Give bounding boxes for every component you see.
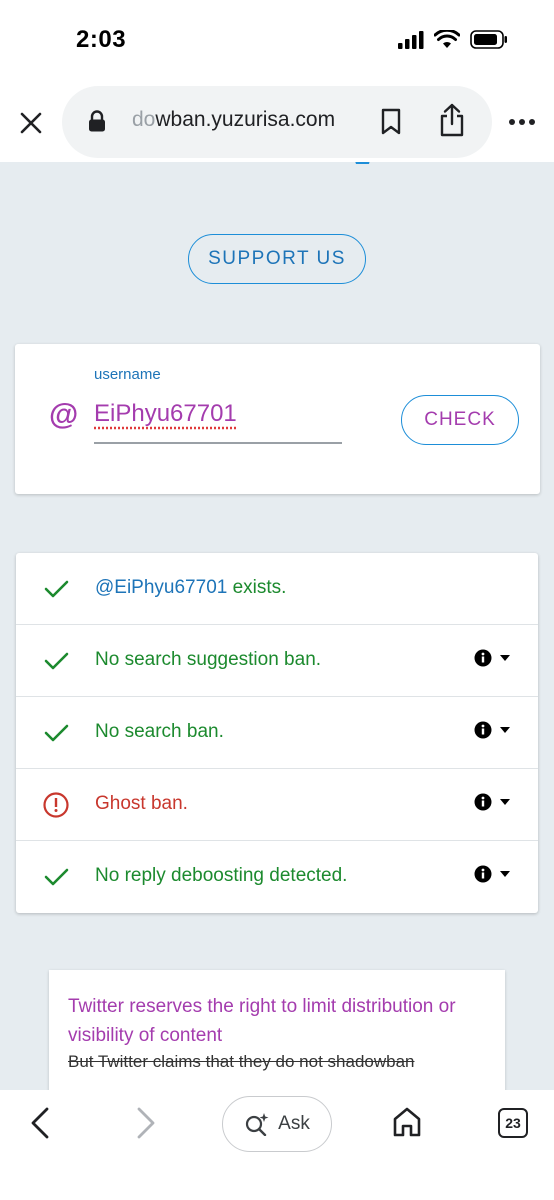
username-input[interactable]: EiPhyu67701 xyxy=(94,400,237,428)
result-message: No search suggestion ban. xyxy=(95,649,322,670)
info-icon[interactable] xyxy=(474,793,492,811)
result-row-search-suggestion: No search suggestion ban. xyxy=(16,625,538,697)
dropdown-caret-icon[interactable] xyxy=(500,727,510,733)
username-label: username xyxy=(94,366,161,383)
back-arrow-icon[interactable] xyxy=(28,1106,52,1140)
bookmark-icon[interactable] xyxy=(380,108,402,136)
result-row-reply-deboosting: No reply deboosting detected. xyxy=(16,841,538,913)
more-options-icon[interactable] xyxy=(508,118,536,126)
dropdown-caret-icon[interactable] xyxy=(500,799,510,805)
wifi-icon xyxy=(434,30,460,48)
result-row-exists: @EiPhyu67701 exists. xyxy=(16,553,538,625)
status-time: 2:03 xyxy=(76,26,127,53)
at-icon: @ xyxy=(49,398,79,431)
cropped-heading-glyphs xyxy=(176,162,370,164)
notice-title: Twitter reserves the right to limit dist… xyxy=(68,996,456,1046)
battery-icon xyxy=(470,30,507,49)
cropped-heading xyxy=(176,162,376,181)
result-row-search: No search ban. xyxy=(16,697,538,769)
result-text: @EiPhyu67701 exists. xyxy=(95,577,286,599)
result-message: No search ban. xyxy=(95,721,224,742)
results-list: @EiPhyu67701 exists. No search suggestio… xyxy=(16,553,538,913)
ask-button[interactable]: Ask xyxy=(222,1096,332,1152)
check-button[interactable]: CHECK xyxy=(401,395,519,445)
result-message: exists. xyxy=(227,577,287,598)
dropdown-caret-icon[interactable] xyxy=(500,655,510,661)
support-us-button[interactable]: SUPPORT US xyxy=(188,234,366,284)
status-bar: 2:03 xyxy=(0,0,554,82)
status-icons xyxy=(398,30,508,49)
username-underline xyxy=(94,442,342,444)
info-icon[interactable] xyxy=(474,865,492,883)
checkmark-icon xyxy=(44,652,69,670)
info-icon[interactable] xyxy=(474,649,492,667)
checkmark-icon xyxy=(44,724,69,742)
url-text: dowban.yuzurisa.com xyxy=(132,108,335,132)
info-dropdown[interactable] xyxy=(474,721,510,739)
url-main: wban.yuzurisa.com xyxy=(155,108,336,131)
dropdown-caret-icon[interactable] xyxy=(500,871,510,877)
warning-icon xyxy=(43,792,69,818)
close-tab-icon[interactable] xyxy=(16,108,46,138)
url-faded-prefix: do xyxy=(132,108,156,131)
result-message: Ghost ban. xyxy=(95,793,188,814)
forward-arrow-icon[interactable] xyxy=(134,1106,158,1140)
address-bar[interactable]: dowban.yuzurisa.com xyxy=(62,86,492,158)
tab-switcher-button[interactable]: 23 xyxy=(498,1108,528,1138)
page-content: SUPPORT US @ username EiPhyu67701 CHECK … xyxy=(0,162,554,1090)
lock-icon xyxy=(89,110,105,132)
browser-toolbar: dowban.yuzurisa.com xyxy=(0,82,554,162)
result-row-ghost-ban: Ghost ban. xyxy=(16,769,538,841)
ask-label: Ask xyxy=(278,1113,310,1134)
sparkle-search-icon xyxy=(246,1113,269,1136)
username-card: @ username EiPhyu67701 CHECK xyxy=(15,344,540,494)
home-icon[interactable] xyxy=(392,1106,422,1138)
cellular-signal-icon xyxy=(398,30,424,49)
result-handle[interactable]: @EiPhyu67701 xyxy=(95,577,227,598)
notice-card: Twitter reserves the right to limit dist… xyxy=(49,970,505,1090)
info-dropdown[interactable] xyxy=(474,793,510,811)
result-message: No reply deboosting detected. xyxy=(95,865,348,886)
checkmark-icon xyxy=(44,868,69,886)
browser-bottom-bar: Ask 23 xyxy=(0,1090,554,1200)
info-dropdown[interactable] xyxy=(474,865,510,883)
info-icon[interactable] xyxy=(474,721,492,739)
info-dropdown[interactable] xyxy=(474,649,510,667)
share-icon[interactable] xyxy=(438,102,466,138)
notice-strikethrough: But Twitter claims that they do not shad… xyxy=(68,1052,415,1071)
checkmark-icon xyxy=(44,580,69,598)
